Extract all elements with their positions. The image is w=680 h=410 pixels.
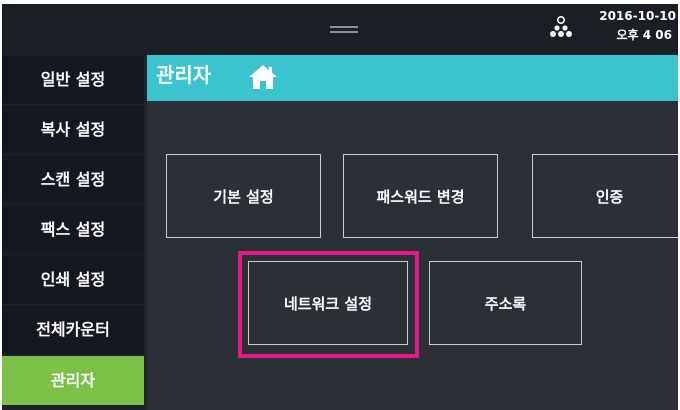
screen: 2016-10-10 오후 4 06 일반 설정 복사 설정 스캔 설정 팩스 … (2, 4, 678, 410)
status-date: 2016-10-10 (599, 9, 676, 23)
main-panel: 관리자 기본 설정 패스워드 변경 인증 네트워크 설정 주소록 (147, 55, 678, 410)
sidebar-item-scan-settings[interactable]: 스캔 설정 (2, 155, 144, 204)
datetime: 2016-10-10 오후 4 06 (599, 7, 676, 45)
page-title: 관리자 (156, 63, 212, 87)
sidebar-item-general-settings[interactable]: 일반 설정 (2, 55, 144, 104)
title-bar: 관리자 (147, 55, 678, 101)
change-password-button[interactable]: 패스워드 변경 (343, 154, 498, 238)
sidebar-item-administrator[interactable]: 관리자 (2, 356, 144, 405)
status-bar: 2016-10-10 오후 4 06 (2, 4, 678, 54)
sidebar-item-print-settings[interactable]: 인쇄 설정 (2, 255, 144, 304)
basic-settings-button[interactable]: 기본 설정 (166, 154, 321, 238)
address-book-button[interactable]: 주소록 (429, 261, 582, 345)
authentication-button[interactable]: 인증 (532, 154, 678, 238)
sidebar-item-fax-settings[interactable]: 팩스 설정 (2, 205, 144, 254)
sidebar-item-total-counter[interactable]: 전체카운터 (2, 305, 144, 354)
drag-handle-icon[interactable] (330, 26, 358, 35)
home-icon[interactable] (248, 64, 278, 90)
network-icon (550, 15, 572, 37)
sidebar-item-copy-settings[interactable]: 복사 설정 (2, 105, 144, 154)
status-time: 오후 4 06 (616, 28, 673, 42)
network-settings-button[interactable]: 네트워크 설정 (248, 261, 408, 345)
